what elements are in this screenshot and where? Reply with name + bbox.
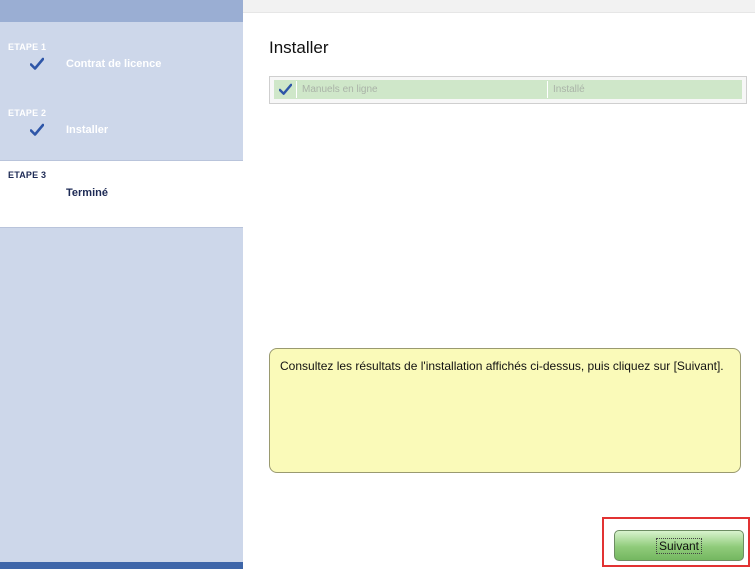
component-status: Installé	[553, 84, 585, 95]
sidebar-bottom-bar	[0, 562, 243, 569]
step-label: Contrat de licence	[66, 58, 162, 70]
check-icon	[279, 83, 292, 95]
step-3-current: ETAPE 3 Terminé	[0, 160, 243, 228]
step-number: ETAPE 3	[8, 170, 47, 180]
table-row: Manuels en ligne Installé	[274, 80, 742, 99]
header-strip	[243, 0, 755, 13]
step-label: Installer	[66, 124, 109, 136]
step-number: ETAPE 2	[8, 108, 47, 118]
sidebar-top-bar	[0, 0, 243, 22]
step-1: ETAPE 1 Contrat de licence	[0, 30, 243, 86]
column-divider	[296, 81, 297, 98]
instruction-message: Consultez les résultats de l'installatio…	[269, 348, 741, 473]
step-2: ETAPE 2 Installer	[0, 96, 243, 154]
check-icon	[30, 123, 44, 136]
next-button[interactable]: Suivant	[614, 530, 744, 561]
page-title: Installer	[269, 38, 329, 57]
component-name: Manuels en ligne	[302, 84, 378, 95]
steps-sidebar: ETAPE 1 Contrat de licence ETAPE 2 Insta…	[0, 0, 243, 569]
check-icon	[30, 57, 44, 70]
column-divider	[547, 81, 548, 98]
step-label: Terminé	[66, 187, 108, 199]
install-results-table: Manuels en ligne Installé	[269, 76, 747, 104]
step-number: ETAPE 1	[8, 42, 47, 52]
next-button-label: Suivant	[655, 538, 703, 554]
